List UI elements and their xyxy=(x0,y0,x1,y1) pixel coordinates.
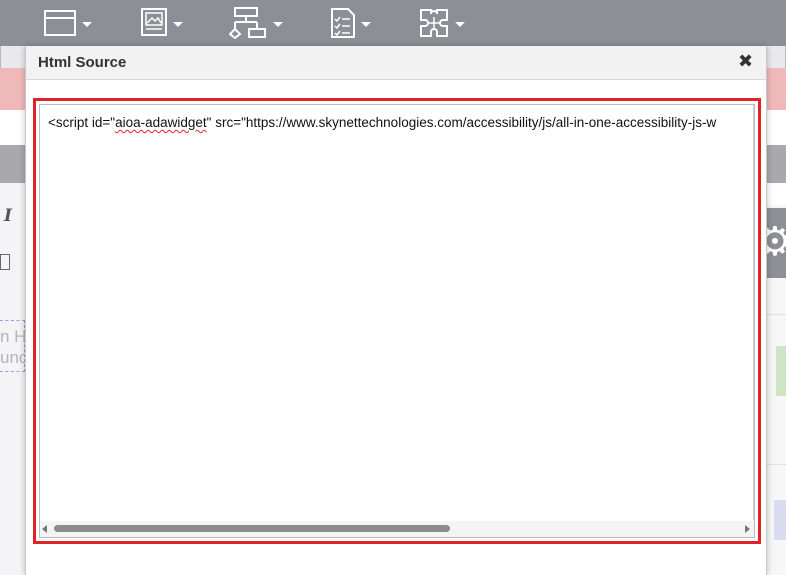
horizontal-scrollbar-thumb[interactable] xyxy=(54,525,450,532)
code-line: <script id="aioa-adawidget" src="https:/… xyxy=(48,115,716,130)
divider xyxy=(766,314,786,315)
checklist-icon xyxy=(331,8,355,38)
chevron-down-icon xyxy=(361,21,371,27)
chevron-down-icon xyxy=(455,21,465,27)
sitemap-icon xyxy=(229,7,266,39)
checklist-menu-button[interactable] xyxy=(331,6,371,40)
image-icon xyxy=(141,8,167,36)
chevron-down-icon xyxy=(82,21,92,27)
dialog-title: Html Source xyxy=(38,54,127,71)
code-text-misspelled: aioa-adawidget xyxy=(115,115,207,130)
highlight-outline: <script id="aioa-adawidget" src="https:/… xyxy=(33,98,761,544)
italic-icon[interactable]: I xyxy=(4,206,12,226)
background-thumbnail xyxy=(776,346,786,396)
puzzle-menu-button[interactable] xyxy=(419,6,465,40)
dialog-header: Html Source ✖ xyxy=(26,46,766,80)
close-icon[interactable]: ✖ xyxy=(738,50,753,72)
chevron-down-icon xyxy=(273,21,283,27)
chevron-down-icon xyxy=(173,21,183,27)
background-faded-text: n H xyxy=(0,327,27,346)
code-text: <script id=" xyxy=(48,115,116,130)
puzzle-icon xyxy=(420,9,448,37)
background-thumbnail xyxy=(774,500,786,540)
sitemap-menu-button[interactable] xyxy=(229,6,283,40)
scroll-left-arrow-icon[interactable] xyxy=(42,525,47,533)
background-left-panel xyxy=(0,183,27,575)
table-icon[interactable] xyxy=(0,254,10,270)
window-menu-button[interactable] xyxy=(44,6,92,40)
horizontal-scrollbar[interactable] xyxy=(40,521,754,537)
window-icon xyxy=(44,10,76,36)
image-menu-button[interactable] xyxy=(141,6,183,40)
top-toolbar xyxy=(0,0,786,46)
html-source-dialog: Html Source ✖ <script id="aioa-adawidget… xyxy=(25,46,767,575)
code-text: " src="https://www.skynettechnologies.co… xyxy=(206,115,717,130)
html-source-textarea[interactable]: <script id="aioa-adawidget" src="https:/… xyxy=(39,104,755,538)
divider xyxy=(766,464,786,465)
scroll-right-arrow-icon[interactable] xyxy=(745,525,750,533)
vertical-scrollbar[interactable] xyxy=(753,105,754,520)
